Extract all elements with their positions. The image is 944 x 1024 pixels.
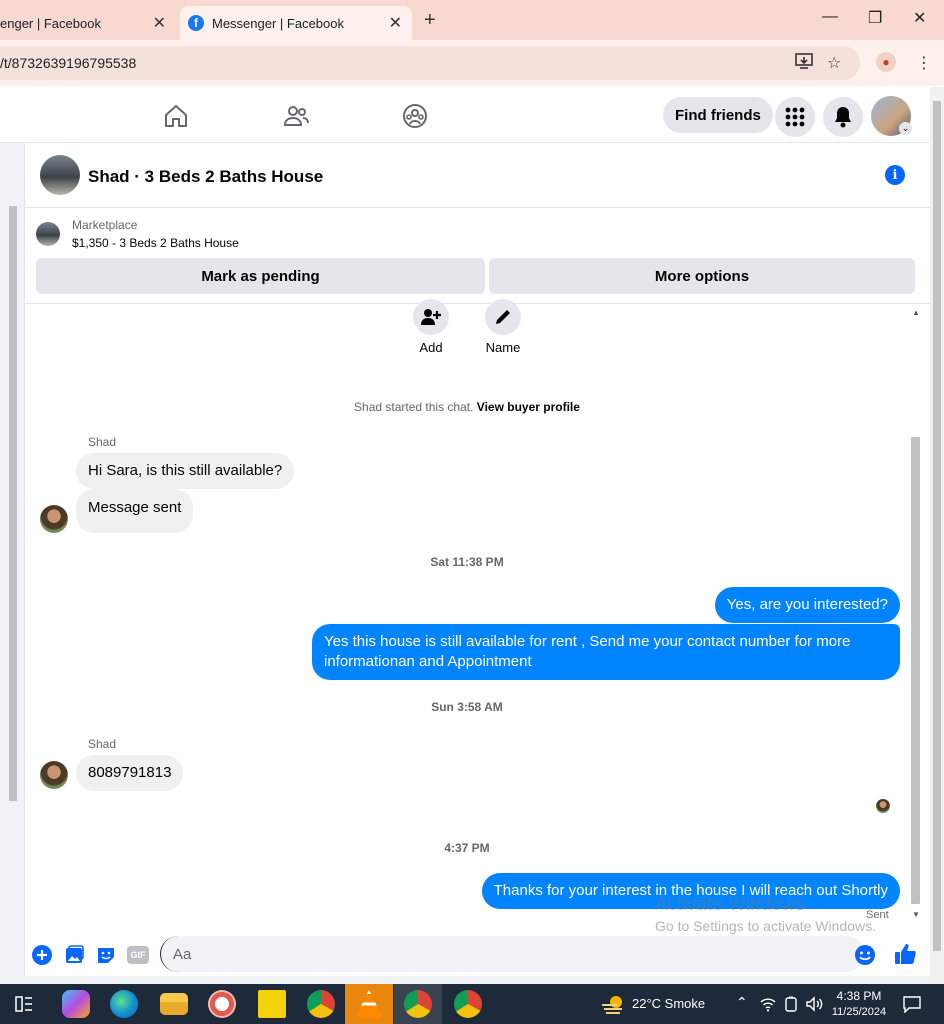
sender-avatar[interactable]	[40, 761, 68, 789]
close-tab-icon[interactable]: ✕	[153, 13, 166, 33]
chrome-icon[interactable]	[404, 990, 432, 1018]
activation-watermark: Activate Windows	[655, 894, 805, 915]
gif-icon[interactable]: GIF	[127, 946, 149, 964]
close-window-icon[interactable]: ✕	[913, 8, 926, 28]
chat-started-text: Shad started this chat.	[354, 400, 474, 414]
chrome-alt-profile-icon[interactable]	[454, 990, 482, 1018]
home-icon[interactable]	[163, 103, 189, 129]
scrollbar-thumb[interactable]	[933, 101, 941, 951]
listing-price-title[interactable]: $1,350 - 3 Beds 2 Baths House	[72, 236, 239, 250]
weather-icon[interactable]	[600, 994, 626, 1014]
outgoing-message[interactable]: Yes, are you interested?	[714, 587, 900, 623]
add-people-button[interactable]	[413, 299, 449, 335]
pencil-icon	[496, 310, 510, 324]
outgoing-message[interactable]: Yes this house is still available for re…	[312, 624, 900, 680]
copilot-icon[interactable]	[62, 990, 90, 1018]
tab-facebook[interactable]: enger | Facebook ✕	[0, 6, 176, 40]
message-scrollbar[interactable]: ▲ ▼	[909, 304, 923, 922]
volume-icon[interactable]	[806, 996, 824, 1012]
wifi-icon[interactable]	[760, 996, 776, 1012]
grid-icon	[785, 107, 805, 127]
message-composer: GIF Aa	[25, 934, 930, 976]
marketplace-panel: Marketplace $1,350 - 3 Beds 2 Baths Hous…	[25, 208, 930, 304]
chrome-profile-icon[interactable]	[307, 990, 335, 1018]
address-bar-row: /t/8732639196795538 ☆ ⋮	[0, 40, 944, 86]
left-panel-strip	[0, 143, 25, 984]
sender-name: Shad	[88, 435, 117, 449]
scroll-down-icon[interactable]: ▼	[912, 910, 920, 919]
scroll-up-icon[interactable]: ▲	[912, 308, 920, 317]
weather-text[interactable]: 22°C Smoke	[632, 996, 705, 1011]
file-explorer-icon[interactable]	[160, 993, 188, 1015]
conversation-title[interactable]: Shad · 3 Beds 2 Baths House	[88, 167, 323, 187]
facebook-top-nav: Find friends ⌄	[0, 87, 930, 143]
restore-icon[interactable]: ❐	[868, 8, 882, 28]
browser-profile-icon[interactable]: ●	[876, 52, 896, 72]
mark-as-pending-button[interactable]: Mark as pending	[36, 258, 485, 294]
edge-icon[interactable]	[110, 990, 138, 1018]
incoming-message[interactable]: Message sent	[76, 489, 194, 533]
info-icon[interactable]: i	[885, 165, 905, 185]
timestamp: Sat 11:38 PM	[430, 555, 504, 569]
thumbs-up-icon[interactable]	[893, 942, 917, 966]
notification-center-icon[interactable]	[903, 996, 921, 1013]
listing-avatar[interactable]	[40, 155, 80, 195]
battery-icon[interactable]	[783, 996, 799, 1012]
add-label: Add	[419, 340, 443, 355]
browser-menu-icon[interactable]: ⋮	[916, 53, 932, 73]
name-chat-button[interactable]	[485, 299, 521, 335]
url-text[interactable]: /t/8732639196795538	[0, 55, 136, 71]
clock-time[interactable]: 4:38 PM	[828, 989, 890, 1003]
add-person-icon	[421, 309, 441, 325]
message-scrollbar-thumb[interactable]	[911, 437, 920, 904]
facebook-favicon-icon: f	[188, 15, 204, 31]
install-app-icon[interactable]	[795, 53, 813, 74]
notifications-button[interactable]	[823, 97, 863, 137]
tab-label: enger | Facebook	[0, 15, 101, 31]
bell-icon	[835, 107, 851, 128]
groups-icon[interactable]	[402, 103, 428, 129]
sender-name: Shad	[88, 737, 117, 751]
listing-thumbnail[interactable]	[36, 222, 60, 246]
emoji-icon[interactable]	[854, 944, 876, 966]
incoming-message[interactable]: 8089791813	[76, 755, 184, 791]
chevron-up-icon[interactable]: ⌃	[736, 994, 748, 1011]
page-scrollbar[interactable]	[930, 87, 944, 984]
message-input[interactable]: Aa	[160, 936, 865, 972]
bookmark-star-icon[interactable]: ☆	[827, 53, 841, 73]
message-list: Add Name Shad started this chat. View bu…	[25, 299, 930, 934]
browser-tab-strip: enger | Facebook ✕ f Messenger | Faceboo…	[0, 0, 944, 40]
menu-grid-button[interactable]	[775, 97, 815, 137]
tab-messenger[interactable]: f Messenger | Facebook ✕	[180, 6, 412, 40]
view-buyer-profile-link[interactable]: View buyer profile	[477, 400, 580, 414]
close-tab-icon[interactable]: ✕	[389, 13, 402, 33]
new-tab-icon[interactable]: +	[424, 9, 436, 32]
minimize-icon[interactable]: —	[822, 8, 838, 26]
paint-icon[interactable]	[208, 990, 236, 1018]
name-label: Name	[485, 340, 521, 355]
photo-icon[interactable]	[63, 944, 85, 966]
tab-label: Messenger | Facebook	[212, 15, 344, 31]
activation-watermark-sub: Go to Settings to activate Windows.	[655, 918, 876, 934]
sender-avatar[interactable]	[40, 505, 68, 533]
conversation-header: Shad · 3 Beds 2 Baths House i	[25, 143, 930, 208]
bottom-strip	[0, 976, 930, 984]
timestamp: 4:37 PM	[444, 841, 490, 855]
find-friends-button[interactable]: Find friends	[663, 97, 773, 133]
marketplace-label: Marketplace	[72, 218, 138, 232]
timestamp: Sun 3:58 AM	[431, 700, 503, 714]
clock-date[interactable]: 11/25/2024	[828, 1006, 890, 1018]
chevron-down-icon[interactable]: ⌄	[899, 122, 912, 135]
windows-taskbar: 22°C Smoke ⌃ 4:38 PM 11/25/2024	[0, 984, 944, 1024]
left-scrollbar-thumb[interactable]	[9, 206, 17, 801]
more-options-button[interactable]: More options	[489, 258, 915, 294]
incoming-message[interactable]: Hi Sara, is this still available?	[76, 453, 295, 489]
task-view-icon[interactable]	[15, 996, 33, 1012]
plus-circle-icon[interactable]	[31, 944, 53, 966]
sticky-notes-icon[interactable]	[258, 990, 286, 1018]
seen-indicator-avatar	[876, 799, 890, 813]
chat-started-note: Shad started this chat. View buyer profi…	[25, 400, 909, 414]
friends-icon[interactable]	[283, 103, 309, 129]
sticker-icon[interactable]	[95, 944, 117, 966]
